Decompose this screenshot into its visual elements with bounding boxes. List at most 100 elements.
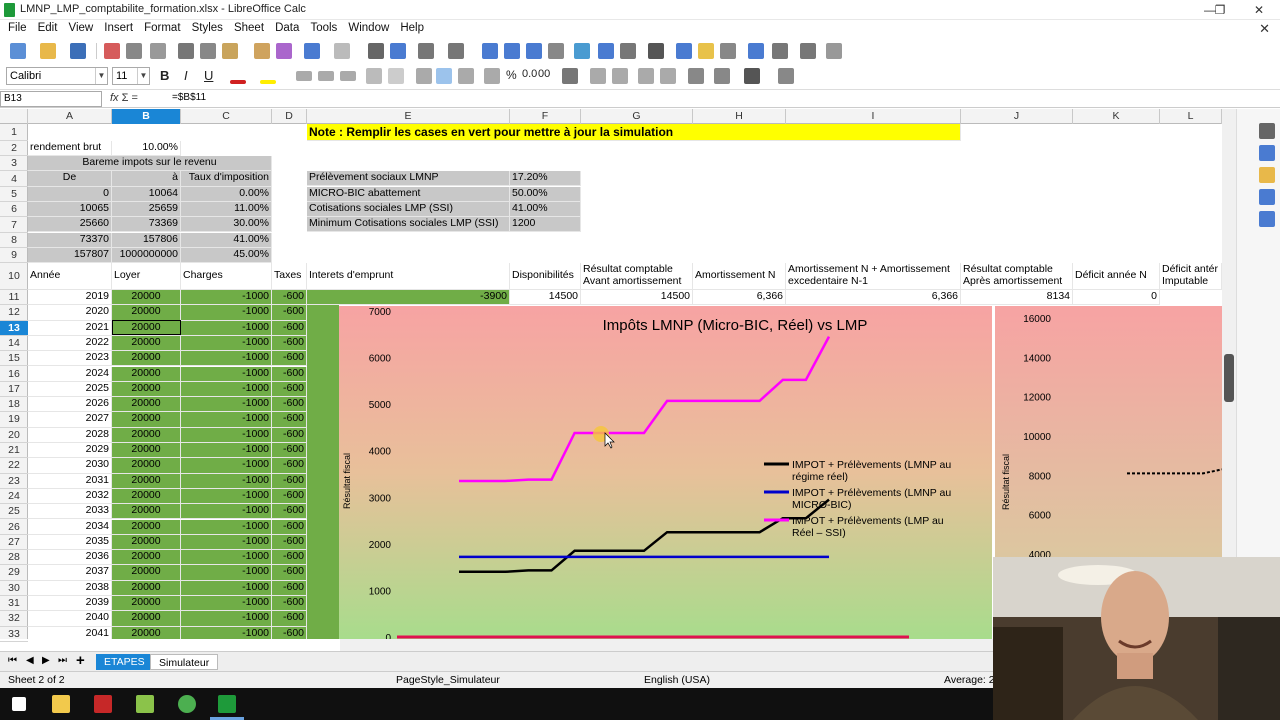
row-header-29[interactable]: 29 — [0, 565, 28, 581]
bareme-cell[interactable]: 73369 — [112, 217, 181, 232]
cell-taxes[interactable]: -600 — [272, 443, 307, 459]
column-icon[interactable] — [448, 43, 464, 59]
merge-center-icon[interactable] — [388, 68, 404, 84]
cell-loyer[interactable]: 20000 — [112, 305, 181, 321]
sum-icon[interactable]: Σ — [122, 92, 129, 104]
row-header-24[interactable]: 24 — [0, 489, 28, 505]
function-wizard-icon[interactable]: fx Σ = — [110, 92, 138, 104]
cell-annee[interactable]: 2019 — [28, 290, 112, 306]
cell-annee[interactable]: 2022 — [28, 335, 112, 352]
cell-annee[interactable]: 2038 — [28, 580, 112, 596]
column-header-g[interactable]: G — [581, 109, 693, 124]
cell-taxes[interactable]: -600 — [272, 611, 307, 627]
cell-charges[interactable]: -1000 — [181, 366, 272, 382]
bareme-cell[interactable]: 25660 — [28, 217, 112, 232]
param-value[interactable]: 41.00% — [510, 202, 581, 217]
header-loyer[interactable]: Loyer — [112, 263, 181, 290]
align-top-icon[interactable] — [416, 68, 432, 84]
row-header-31[interactable]: 31 — [0, 596, 28, 612]
increase-indent-icon[interactable] — [638, 68, 654, 84]
bareme-cell[interactable]: 10065 — [28, 202, 112, 217]
conditional-format-icon[interactable] — [778, 68, 794, 84]
gallery-icon[interactable] — [1259, 167, 1275, 183]
param-label[interactable]: MICRO-BIC abattement — [307, 187, 510, 202]
next-sheet-icon[interactable]: ▶ — [42, 655, 50, 666]
page-style[interactable]: PageStyle_Simulateur — [396, 674, 500, 686]
bareme-cell[interactable]: 1000000000 — [112, 248, 181, 263]
close-window-button[interactable]: ✕ — [1244, 2, 1274, 18]
header-resultat-avant[interactable]: Résultat comptable Avant amortissement — [581, 263, 693, 290]
main-chart[interactable]: Impôts LMNP (Micro-BIC, Réel) vs LMP Rés… — [339, 306, 992, 644]
cell-loyer[interactable]: 20000 — [112, 412, 181, 428]
cell-annee[interactable]: 2028 — [28, 427, 112, 443]
notepad-icon[interactable] — [136, 695, 154, 713]
tab-etapes[interactable]: ETAPES — [96, 654, 153, 670]
formula-icon[interactable]: = — [132, 92, 138, 104]
close-document-button[interactable]: ✕ — [1259, 21, 1270, 37]
cell-charges[interactable]: -1000 — [181, 351, 272, 367]
cell-charges[interactable]: -1000 — [181, 488, 272, 505]
headers-footers-icon[interactable] — [720, 43, 736, 59]
column-header-h[interactable]: H — [693, 109, 786, 124]
cell-loyer[interactable]: 20000 — [112, 580, 181, 596]
cell-charges[interactable]: -1000 — [181, 335, 272, 352]
row-header-25[interactable]: 25 — [0, 504, 28, 520]
row-header-33[interactable]: 33 — [0, 627, 28, 642]
cell-charges[interactable]: -1000 — [181, 290, 272, 306]
cell-charges[interactable]: -1000 — [181, 565, 272, 581]
special-character-icon[interactable] — [648, 43, 664, 59]
cut-icon[interactable] — [178, 43, 194, 59]
cell-annee[interactable]: 2025 — [28, 381, 112, 398]
sort-icon[interactable] — [482, 43, 498, 59]
row-header-3[interactable]: 3 — [0, 156, 28, 171]
param-value[interactable]: 17.20% — [510, 171, 581, 186]
center-vertically-icon[interactable] — [436, 68, 452, 84]
row-header-5[interactable]: 5 — [0, 187, 28, 202]
styles-icon[interactable] — [1259, 145, 1275, 161]
cell-charges[interactable]: -1000 — [181, 320, 272, 336]
header-deficit[interactable]: Déficit année N — [1073, 263, 1160, 290]
cell-annee[interactable]: 2037 — [28, 565, 112, 581]
cell-taxes[interactable]: -600 — [272, 412, 307, 428]
cell-annee[interactable]: 2034 — [28, 519, 112, 535]
bareme-title[interactable]: Bareme impots sur le revenu — [28, 156, 272, 171]
cell-i11[interactable]: 6,366 — [786, 290, 961, 305]
cell-annee[interactable]: 2036 — [28, 550, 112, 566]
param-label[interactable]: Prélèvement sociaux LMNP — [307, 171, 510, 186]
bareme-cell[interactable]: 41.00% — [181, 233, 272, 248]
header-annee[interactable]: Année — [28, 263, 112, 290]
print-preview-icon[interactable] — [150, 43, 166, 59]
insert-image-icon[interactable] — [574, 43, 590, 59]
cell-annee[interactable]: 2041 — [28, 626, 112, 639]
cell-loyer[interactable]: 20000 — [112, 473, 181, 489]
libreoffice-calc-icon[interactable] — [218, 695, 236, 713]
find-replace-icon[interactable] — [368, 43, 384, 59]
cell-charges[interactable]: -1000 — [181, 534, 272, 551]
borders-icon[interactable] — [688, 68, 704, 84]
cell-loyer[interactable]: 20000 — [112, 534, 181, 551]
cell-loyer[interactable]: 20000 — [112, 519, 181, 535]
row-header-32[interactable]: 32 — [0, 611, 28, 627]
cell-annee[interactable]: 2021 — [28, 320, 112, 336]
row-icon[interactable] — [418, 43, 434, 59]
cell-charges[interactable]: -1000 — [181, 427, 272, 443]
column-header-k[interactable]: K — [1073, 109, 1160, 124]
chart-svg[interactable]: Impôts LMNP (Micro-BIC, Réel) vs LMP Rés… — [339, 306, 992, 644]
menu-styles[interactable]: Styles — [192, 20, 223, 36]
chart2-svg[interactable]: Résultat fiscal 400060008000100001200014… — [995, 306, 1223, 561]
date-format-icon[interactable] — [562, 68, 578, 84]
select-all-corner[interactable] — [0, 109, 28, 124]
row-header-14[interactable]: 14 — [0, 336, 28, 352]
paste-icon[interactable] — [222, 43, 238, 59]
bareme-header-a[interactable]: à — [112, 171, 181, 187]
cell-taxes[interactable]: -600 — [272, 596, 307, 612]
align-center-icon[interactable] — [318, 71, 334, 81]
language[interactable]: English (USA) — [644, 674, 710, 686]
cell-annee[interactable]: 2029 — [28, 443, 112, 459]
bareme-cell[interactable]: 0.00% — [181, 187, 272, 202]
column-header-b[interactable]: B — [112, 109, 181, 124]
add-decimal-place-icon[interactable] — [590, 68, 606, 84]
cell-charges[interactable]: -1000 — [181, 580, 272, 596]
cell-taxes[interactable]: -600 — [272, 458, 307, 474]
param-value[interactable]: 50.00% — [510, 187, 581, 202]
